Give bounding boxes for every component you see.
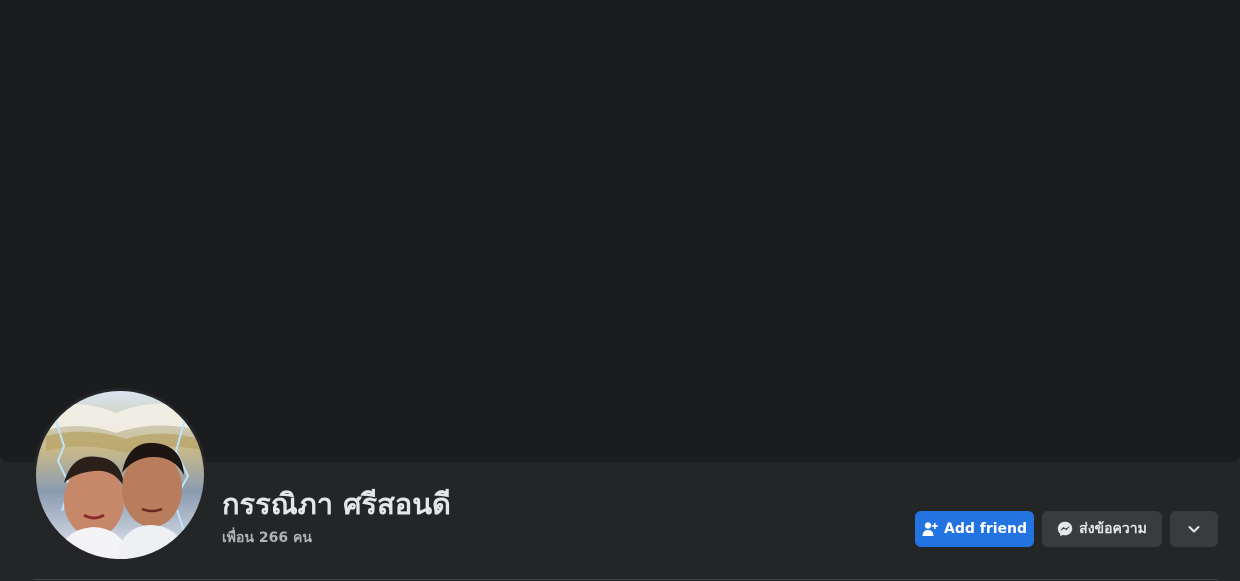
message-button[interactable]: ส่งข้อความ (1042, 511, 1162, 547)
add-friend-button[interactable]: Add friend (915, 511, 1034, 547)
more-options-button[interactable] (1170, 511, 1218, 547)
profile-name: กรรณิภา ศรีสอนดี (222, 487, 451, 521)
avatar (36, 391, 204, 559)
profile-header: กรรณิภา ศรีสอนดี เพื่อน 266 คน Add frien… (0, 0, 1240, 581)
profile-actions: Add friend ส่งข้อความ (915, 511, 1218, 547)
header-divider (33, 579, 1218, 580)
friend-count[interactable]: เพื่อน 266 คน (222, 528, 312, 548)
message-label: ส่งข้อความ (1079, 521, 1147, 537)
profile-picture[interactable] (33, 388, 207, 562)
person-add-icon (922, 521, 938, 537)
add-friend-label: Add friend (943, 521, 1028, 537)
messenger-icon (1057, 521, 1073, 537)
chevron-down-icon (1186, 521, 1202, 537)
cover-photo[interactable] (0, 0, 1240, 462)
